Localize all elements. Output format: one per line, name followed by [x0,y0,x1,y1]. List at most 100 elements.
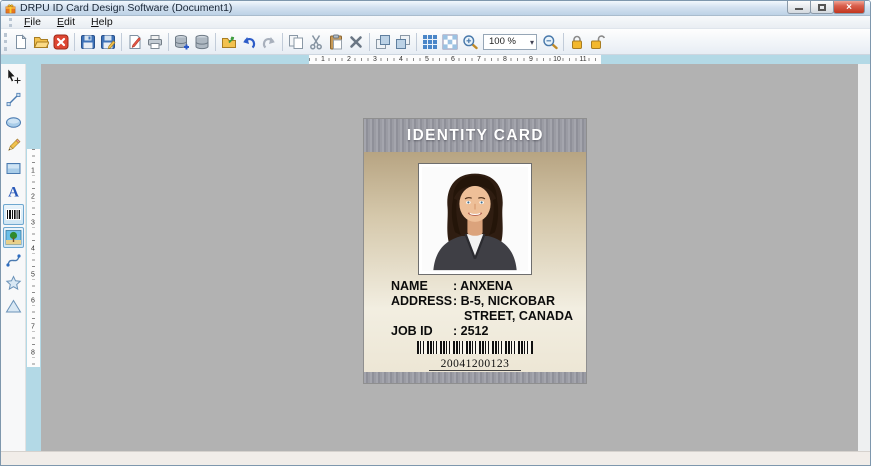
page-setup-button[interactable] [125,31,145,53]
save-as-button[interactable] [98,31,118,53]
text-tool-icon: A [5,183,22,201]
lock-button[interactable] [567,31,587,53]
tool-text[interactable]: A [3,181,24,202]
app-logo-icon [5,3,16,14]
window-controls: × [787,1,865,14]
card-barcode-block[interactable]: 20041200123 [364,341,586,372]
hruler-number: 5 [424,55,430,64]
tool-image[interactable] [2,227,24,248]
design-canvas[interactable]: IDENTITY CARD NAME: ANXENA ADDRESS: B-… [41,64,858,451]
cut-button[interactable] [306,31,326,53]
show-grid-button[interactable] [420,31,440,53]
title-bar: DRPU ID Card Design Software (Document1)… [1,1,870,16]
paste-button[interactable] [326,31,346,53]
vruler-number: 1 [31,166,35,176]
triangle-tool-icon [5,298,22,315]
menu-item-edit[interactable]: Edit [49,16,83,28]
tool-star[interactable] [3,273,24,294]
zoom-level-combo[interactable]: 100 % ▾ [483,33,537,50]
page-setup-icon [127,34,143,50]
zoom-level-value: 100 % [489,36,516,47]
select-tool-icon [5,68,22,85]
new-document-button[interactable] [11,31,31,53]
hruler-number: 9 [528,55,534,64]
card-header-band[interactable]: IDENTITY CARD [364,119,586,152]
zoom-out-button[interactable] [540,31,560,53]
minimize-button[interactable] [787,1,811,14]
curve-tool-icon [5,252,22,269]
tool-ellipse[interactable] [3,112,24,133]
field-value: : B-5, NICKOBAR [453,294,556,308]
tool-curve[interactable] [3,250,24,271]
print-icon [147,34,163,50]
hruler-number: 8 [502,55,508,64]
menu-item-file[interactable]: File [16,16,49,28]
close-document-icon [53,34,69,50]
line-tool-icon [5,91,22,108]
tool-barcode[interactable] [2,204,24,225]
maximize-button[interactable] [810,1,834,14]
print-button[interactable] [145,31,165,53]
vruler-number: 5 [31,270,35,280]
zoom-out-icon [542,34,558,50]
tool-rectangle[interactable] [3,158,24,179]
add-database-icon [174,34,190,50]
card-fields[interactable]: NAME: ANXENA ADDRESS: B-5, NICKOBAR STREET… [391,279,586,339]
tool-triangle[interactable] [3,296,24,317]
hruler-number: 10 [552,55,562,64]
combo-dropdown-arrow[interactable]: ▾ [530,36,534,49]
barcode-tool-icon [5,206,22,223]
horizontal-ruler: 1 2 3 4 5 6 7 8 9 10 11 [309,55,601,64]
paste-icon [328,34,344,50]
bring-to-front-button[interactable] [373,31,393,53]
unlock-button[interactable] [587,31,607,53]
menu-item-help[interactable]: Help [83,16,121,28]
copy-button[interactable] [286,31,306,53]
svg-text:A: A [8,185,19,201]
close-document-button[interactable] [51,31,71,53]
toolbar-separator [563,32,564,51]
undo-button[interactable] [239,31,259,53]
hruler-number: 11 [578,55,588,64]
field-label: NAME [391,279,428,293]
card-field-row: JOB ID : 2512 [391,324,586,339]
barcode-number: 20041200123 [428,358,522,371]
snap-to-grid-button[interactable] [440,31,460,53]
hruler-number: 1 [320,55,326,64]
card-photo[interactable] [418,163,532,275]
database-button[interactable] [192,31,212,53]
save-as-icon [100,34,116,50]
save-button[interactable] [78,31,98,53]
id-card[interactable]: IDENTITY CARD NAME: ANXENA ADDRESS: B-… [364,119,586,383]
tool-select[interactable] [3,66,24,87]
send-to-back-button[interactable] [393,31,413,53]
open-file-button[interactable] [31,31,51,53]
hruler-number: 3 [372,55,378,64]
card-field-row: NAME: ANXENA [391,279,586,294]
toolbar-separator [282,32,283,51]
send-to-back-icon [395,34,411,50]
database-icon [194,34,210,50]
delete-button[interactable] [346,31,366,53]
toolbar-separator [168,32,169,51]
field-label: ADDRESS [391,294,453,308]
zoom-in-button[interactable] [460,31,480,53]
status-bar [1,451,870,465]
export-button[interactable] [219,31,239,53]
add-database-button[interactable] [172,31,192,53]
close-button[interactable]: × [833,1,865,14]
card-footer-band[interactable] [364,372,586,383]
snap-to-grid-icon [442,34,458,50]
menubar-drag-handle[interactable] [9,17,12,27]
tool-pencil[interactable] [3,135,24,156]
field-value: : 2512 [453,324,489,338]
save-icon [80,34,96,50]
ellipse-tool-icon [5,114,22,131]
tool-line[interactable] [3,89,24,110]
field-label: JOB ID [391,324,433,338]
woman-portrait-graphic [422,167,528,271]
toolbar-drag-handle[interactable] [4,32,7,51]
redo-button[interactable] [259,31,279,53]
vruler-number: 6 [31,296,35,306]
lock-icon [569,34,585,50]
